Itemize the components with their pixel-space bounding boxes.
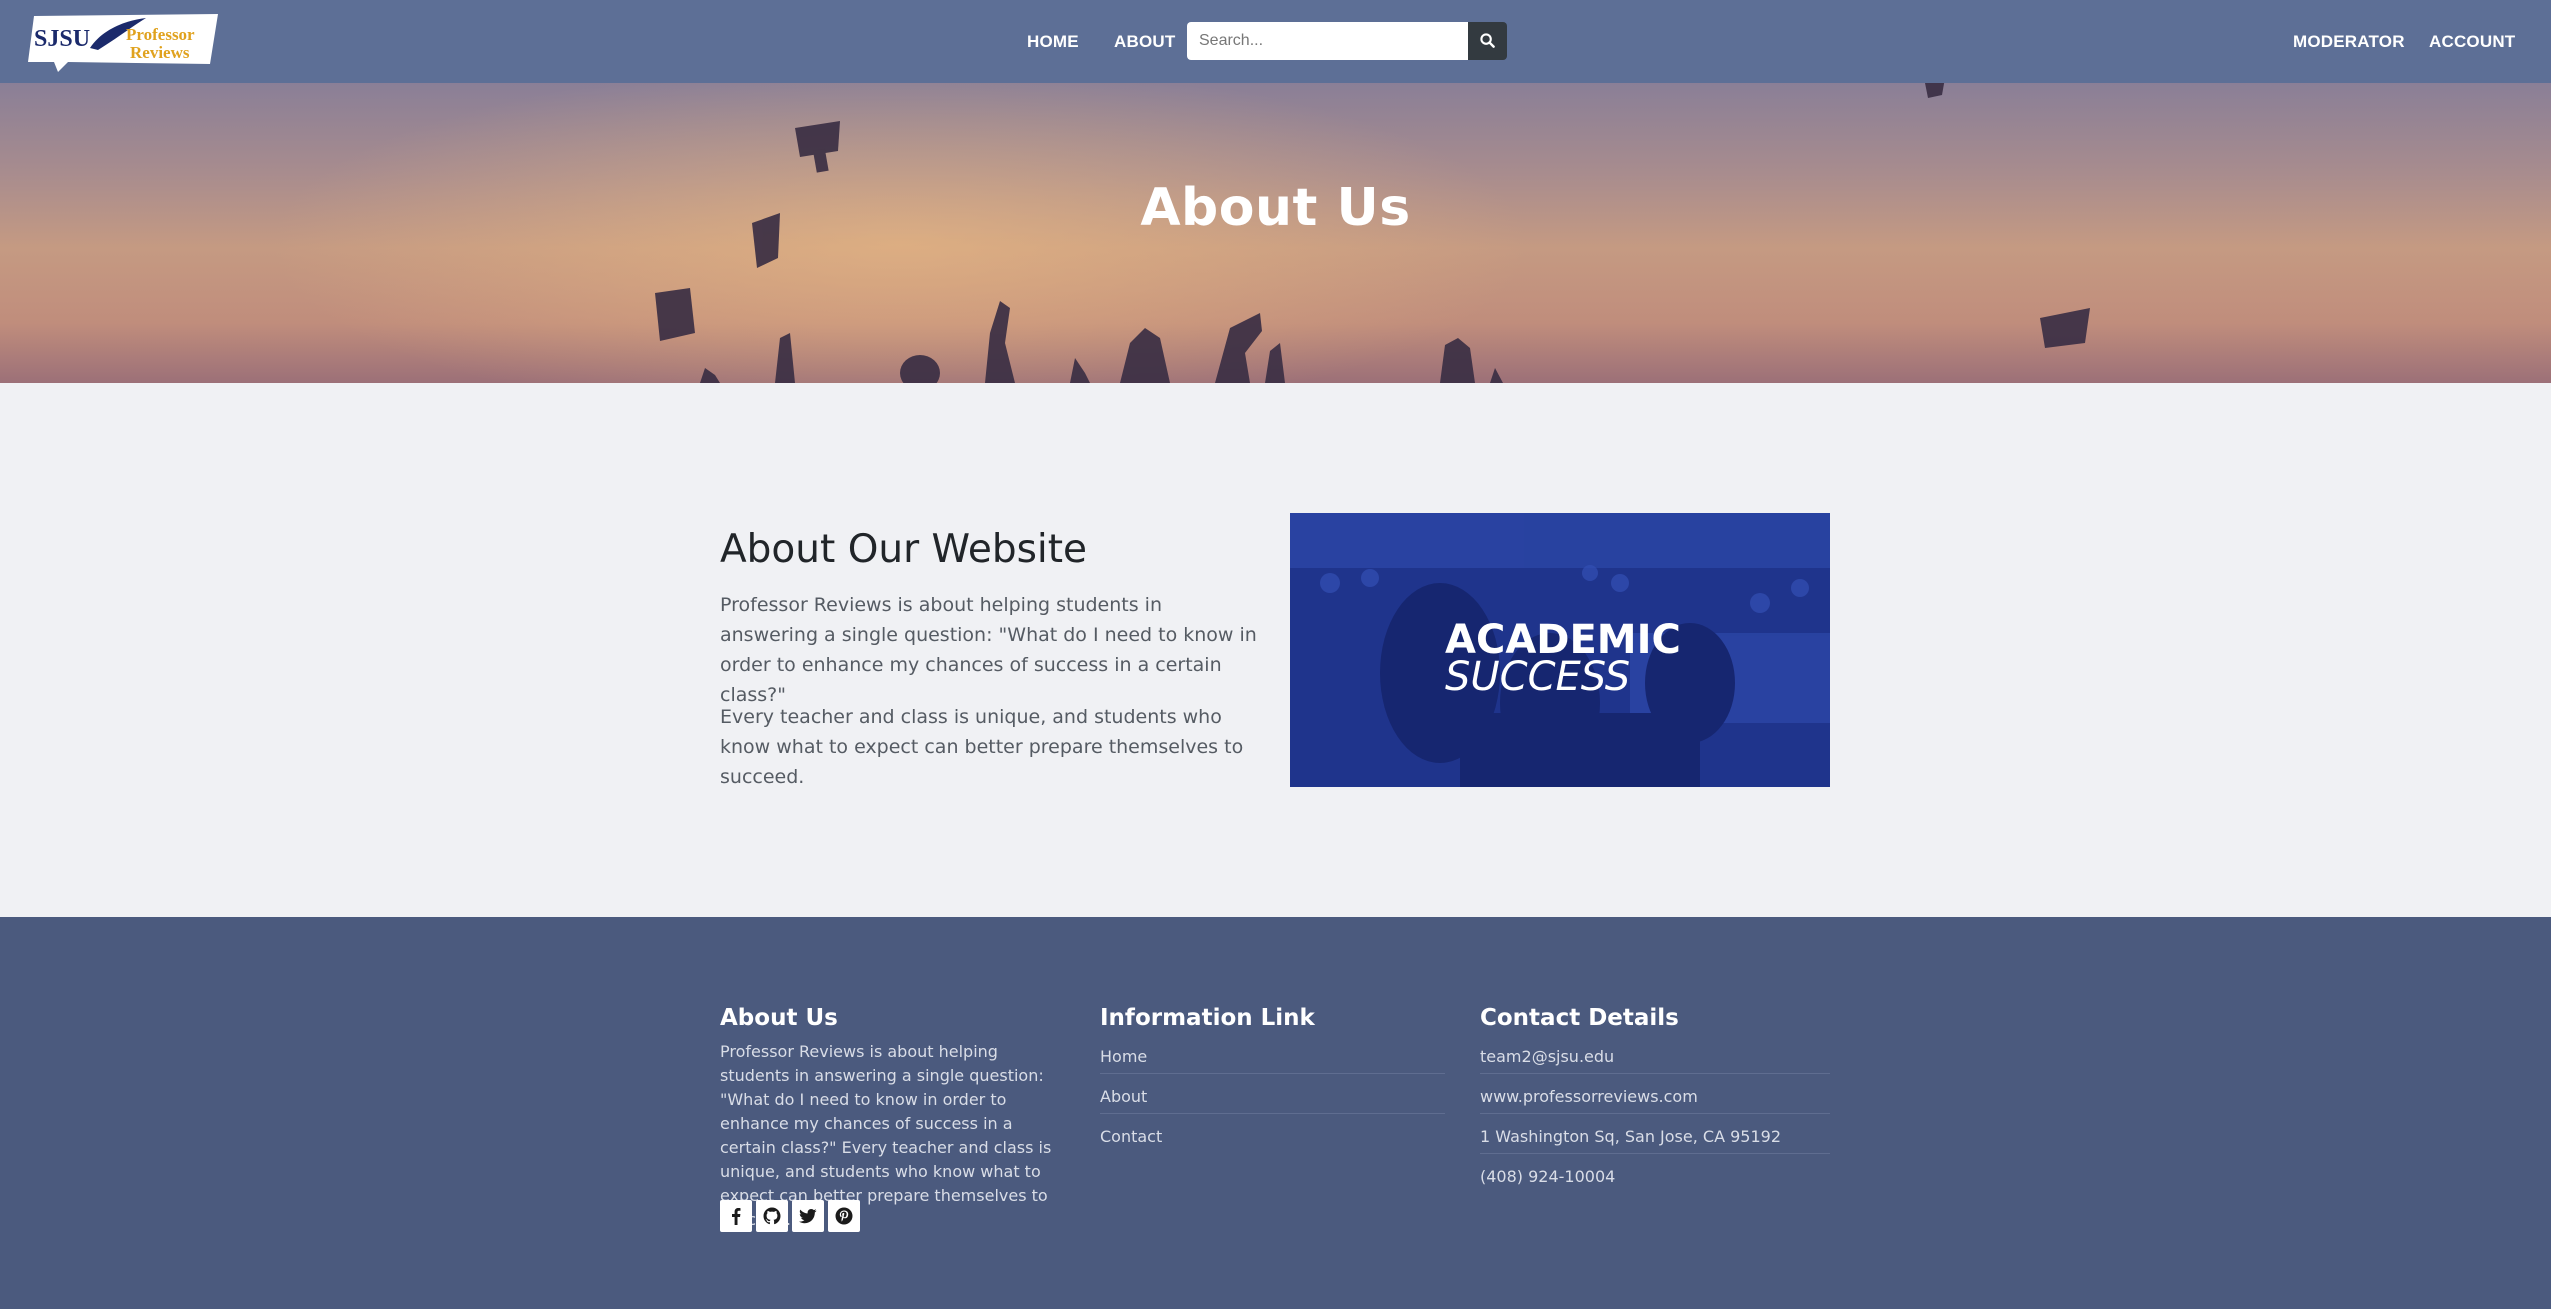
svg-text:SUCCESS: SUCCESS: [1445, 654, 1630, 700]
about-paragraph-2: Every teacher and class is unique, and s…: [720, 706, 1244, 788]
hero-banner: About Us: [0, 83, 2551, 383]
contact-phone: (408) 924-10004: [1480, 1167, 1616, 1186]
svg-text:Reviews: Reviews: [130, 43, 190, 62]
nav-about-link[interactable]: ABOUT: [1114, 0, 1175, 83]
hero-title: About Us: [1140, 178, 1411, 238]
pinterest-button[interactable]: [828, 1200, 860, 1232]
site-logo[interactable]: SJSU Professor Reviews: [28, 12, 218, 72]
contact-email[interactable]: team2@sjsu.edu: [1480, 1047, 1614, 1066]
search-button[interactable]: [1468, 22, 1507, 60]
github-icon: [763, 1207, 781, 1225]
search-input[interactable]: [1187, 22, 1468, 60]
footer-about-title: About Us: [720, 1005, 838, 1031]
footer-contact-title: Contact Details: [1480, 1005, 1679, 1031]
pinterest-icon: [835, 1207, 853, 1225]
footer-link-about[interactable]: About: [1100, 1087, 1147, 1106]
footer-link-contact[interactable]: Contact: [1100, 1127, 1162, 1146]
nav-moderator-link[interactable]: MODERATOR: [2293, 0, 2405, 83]
search-form: [1187, 22, 1507, 60]
footer-divider: [1480, 1073, 1830, 1074]
contact-website[interactable]: www.professorreviews.com: [1480, 1087, 1698, 1106]
twitter-icon: [799, 1209, 817, 1224]
facebook-button[interactable]: [720, 1200, 752, 1232]
svg-text:SJSU: SJSU: [34, 26, 90, 52]
svg-text:Professor: Professor: [126, 25, 195, 44]
about-heading: About Our Website: [720, 527, 1088, 572]
contact-address: 1 Washington Sq, San Jose, CA 95192: [1480, 1127, 1782, 1146]
footer-divider: [1100, 1073, 1445, 1074]
search-icon: [1480, 33, 1495, 48]
navbar: SJSU Professor Reviews HOME ABOUT MODERA…: [0, 0, 2551, 83]
footer-info-title: Information Link: [1100, 1005, 1315, 1031]
classroom-photo: ACADEMIC SUCCESS: [1290, 513, 1830, 787]
facebook-icon: [732, 1208, 741, 1225]
nav-account-link[interactable]: ACCOUNT: [2429, 0, 2515, 83]
nav-home-link[interactable]: HOME: [1027, 0, 1079, 83]
academic-success-image: ACADEMIC SUCCESS: [1290, 513, 1830, 787]
about-paragraph-1: Professor Reviews is about helping stude…: [720, 594, 1257, 706]
footer-divider: [1480, 1113, 1830, 1114]
footer-divider: [1100, 1113, 1445, 1114]
twitter-button[interactable]: [792, 1200, 824, 1232]
logo-graphic: SJSU Professor Reviews: [28, 14, 218, 72]
github-button[interactable]: [756, 1200, 788, 1232]
footer-divider: [1480, 1153, 1830, 1154]
footer-link-home[interactable]: Home: [1100, 1047, 1147, 1066]
